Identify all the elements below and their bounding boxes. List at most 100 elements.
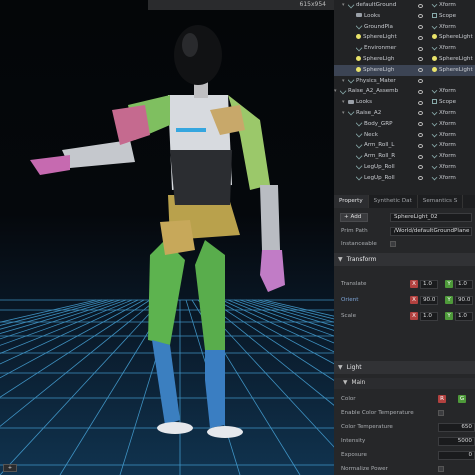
tree-row[interactable]: LegUp_Roll Xform [334, 162, 475, 173]
expand-arrow-icon[interactable]: ▾ [342, 76, 346, 87]
tree-item-type-label: SphereLight [439, 66, 473, 73]
visibility-eye-icon[interactable] [418, 100, 423, 105]
tree-item-type: Xform [431, 119, 456, 130]
visibility-eye-icon[interactable] [418, 111, 423, 116]
viewport-corner-button[interactable]: + [3, 464, 17, 472]
tab-semantics[interactable]: Semantics S [418, 195, 464, 208]
visibility-eye-icon[interactable] [418, 154, 423, 159]
tree-row[interactable]: ▾ Looks Scope [334, 97, 475, 108]
tree-item-type: Xform [431, 108, 456, 119]
visibility-eye-icon[interactable] [418, 3, 423, 8]
prim-name-field[interactable]: SphereLight_02 [390, 212, 472, 222]
enable-color-temp-row: Enable Color Temperature [334, 407, 475, 419]
tree-row[interactable]: GroundPla Xform [334, 22, 475, 33]
xform-icon [356, 44, 363, 52]
normalize-power-row: Normalize Power [334, 463, 475, 475]
transform-section-header[interactable]: ▼ Transform [334, 253, 475, 266]
folder-icon [356, 13, 362, 18]
visibility-eye-icon[interactable] [418, 46, 423, 51]
axis-x-badge: X [410, 312, 418, 320]
visibility-eye-icon[interactable] [418, 68, 423, 73]
light-section-header[interactable]: ▼ Light [334, 361, 475, 374]
tab-property[interactable]: Property [334, 195, 369, 208]
tree-item-type: Scope [432, 11, 456, 22]
visibility-eye-icon[interactable] [418, 165, 423, 170]
tree-item-type-label: Xform [439, 23, 456, 30]
add-button[interactable]: + Add [340, 212, 368, 222]
tree-item-type-label: SphereLight [439, 55, 473, 62]
color-label: Color [341, 396, 356, 402]
translate-label: Translate [341, 281, 367, 287]
prim-path-field[interactable]: /World/defaultGroundPlane [390, 226, 472, 236]
orient-x-field[interactable]: 90.0 [420, 295, 438, 305]
xform-icon [356, 173, 363, 181]
color-temp-label: Color Temperature [341, 424, 393, 430]
orient-label[interactable]: Orient [341, 294, 358, 306]
intensity-field[interactable]: 5000 [438, 436, 475, 446]
visibility-eye-icon[interactable] [418, 14, 423, 19]
axis-x-badge: X [410, 296, 418, 304]
tree-item-name: Raise_A2_Assemb [340, 86, 404, 97]
tree-row[interactable]: LegUp_Roll Xform [334, 173, 475, 184]
tree-item-label: Raise_A2 [356, 109, 382, 116]
tree-row[interactable]: ▾ defaultGround Xform [334, 0, 475, 11]
tree-item-name: LegUp_Roll [356, 173, 420, 184]
visibility-eye-icon[interactable] [418, 35, 423, 40]
tree-row[interactable]: ▾ Raise_A2 Xform [334, 108, 475, 119]
tree-row[interactable]: Arm_Roll_L Xform [334, 140, 475, 151]
tree-row[interactable]: SphereLigh SphereLight [334, 54, 475, 65]
expand-arrow-icon[interactable]: ▾ [342, 0, 346, 11]
tree-item-type-label: Xform [439, 2, 456, 8]
tree-item-name: Neck [356, 130, 420, 141]
tree-item-label: Looks [364, 12, 381, 19]
translate-y-field[interactable]: 1.0 [455, 279, 473, 289]
orient-y-field[interactable]: 90.0 [455, 295, 473, 305]
tree-row[interactable]: Looks Scope [334, 11, 475, 22]
tree-item-type-label: Xform [439, 88, 456, 95]
tree-item-label: Arm_Roll_R [364, 153, 396, 160]
tree-item-label: defaultGround [356, 2, 397, 8]
visibility-eye-icon[interactable] [418, 122, 423, 127]
tree-row[interactable]: Body_GRP Xform [334, 119, 475, 130]
normalize-power-checkbox[interactable] [438, 466, 444, 472]
tree-item-name: SphereLight [356, 32, 420, 43]
main-subsection-header[interactable]: ▼ Main [334, 378, 475, 389]
color-temp-field[interactable]: 650 [438, 422, 475, 432]
exposure-field[interactable]: 0 [438, 450, 475, 460]
tree-row[interactable]: SphereLight SphereLight [334, 32, 475, 43]
tree-item-label: LegUp_Roll [364, 163, 395, 170]
tree-item-name: SphereLigh [356, 54, 420, 65]
visibility-eye-icon[interactable] [418, 89, 423, 94]
visibility-eye-icon[interactable] [418, 133, 423, 138]
light-section-title: Light [346, 364, 362, 371]
scale-x-field[interactable]: 1.0 [420, 311, 438, 321]
tree-row[interactable]: Environmer Xform [334, 43, 475, 54]
xform-icon [356, 119, 363, 127]
tree-row[interactable]: Neck Xform [334, 130, 475, 141]
expand-arrow-icon[interactable]: ▾ [334, 86, 338, 97]
robot-model[interactable] [0, 0, 334, 475]
tree-item-type: Scope [432, 97, 456, 108]
expand-arrow-icon[interactable]: ▾ [342, 108, 346, 119]
prim-name-row: + Add SphereLight_02 [334, 211, 475, 223]
tree-row[interactable]: SphereLigh SphereLight [334, 64, 475, 76]
stage-tree[interactable]: ▾ defaultGround Xform Looks Scope GroundPla Xf… [334, 0, 475, 195]
viewport[interactable]: 615x954 + [0, 0, 334, 475]
visibility-eye-icon[interactable] [418, 25, 423, 30]
expand-arrow-icon[interactable]: ▾ [342, 97, 346, 108]
instanceable-checkbox[interactable] [390, 241, 396, 247]
visibility-eye-icon[interactable] [418, 143, 423, 148]
scale-y-field[interactable]: 1.0 [455, 311, 473, 321]
translate-x-field[interactable]: 1.0 [420, 279, 438, 289]
visibility-eye-icon[interactable] [418, 176, 423, 181]
tree-row[interactable]: Arm_Roll_R Xform [334, 151, 475, 162]
tab-synthetic-data[interactable]: Synthetic Dat [369, 195, 418, 208]
tree-row[interactable]: ▾ Physics_Mater [334, 76, 475, 87]
enable-color-temp-checkbox[interactable] [438, 410, 444, 416]
visibility-eye-icon[interactable] [418, 79, 423, 84]
visibility-eye-icon[interactable] [418, 57, 423, 62]
tree-row[interactable]: ▾ Raise_A2_Assemb Xform [334, 86, 475, 97]
instanceable-label: Instanceable [341, 241, 377, 247]
tree-item-type-label: Xform [439, 109, 456, 116]
tree-item-type-label: Xform [439, 45, 456, 52]
